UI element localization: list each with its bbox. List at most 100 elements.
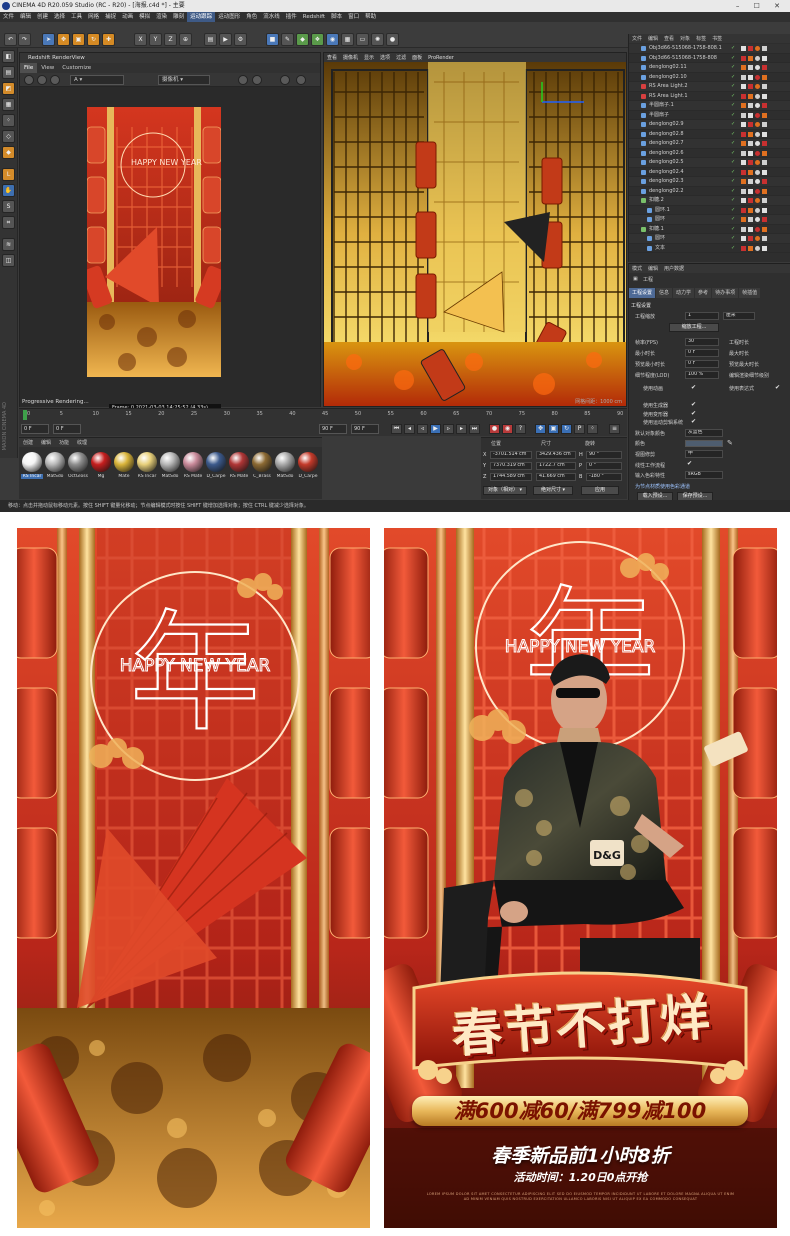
object-visibility-icon[interactable]: ✓	[731, 73, 735, 82]
object-tag-icon[interactable]	[741, 74, 746, 80]
preview-min-field[interactable]: 0 F	[685, 360, 719, 368]
camera-icon[interactable]: ▭	[356, 33, 369, 46]
light-icon[interactable]: ✺	[371, 33, 384, 46]
object-tag-icon[interactable]	[741, 131, 746, 137]
object-tag-icon[interactable]	[755, 74, 760, 80]
pen-icon[interactable]: ✎	[281, 33, 294, 46]
subdivision-icon[interactable]: ◆	[296, 33, 309, 46]
snapshot-icon[interactable]	[50, 75, 60, 85]
object-tag-icon[interactable]	[741, 188, 746, 194]
coord-position-field[interactable]: 7370.319 cm	[490, 462, 532, 470]
edges-mode-icon[interactable]: ◇	[2, 130, 15, 143]
object-tag-icon[interactable]	[741, 84, 746, 89]
object-tag-icon[interactable]	[762, 93, 767, 99]
object-row[interactable]: RS Area Light.1 ✓	[629, 92, 790, 101]
grid-icon[interactable]: ⌗	[2, 216, 15, 229]
key-pla-icon[interactable]: ⁘	[587, 424, 598, 434]
solo-icon[interactable]: ◫	[2, 254, 15, 267]
object-tag-icon[interactable]	[741, 150, 746, 156]
object-tag-icon[interactable]	[762, 207, 767, 213]
object-tag-icon[interactable]	[741, 179, 746, 184]
cloner-icon[interactable]: ❖	[311, 33, 324, 46]
camera-select[interactable]: 摄像机 ▾	[158, 75, 210, 85]
polygons-mode-icon[interactable]: ◆	[2, 146, 15, 159]
material-swatch[interactable]: OctGloss	[67, 452, 89, 479]
aov-select[interactable]: A ▾	[70, 75, 124, 85]
object-menu-item[interactable]: 对象	[677, 35, 693, 44]
key-position-icon[interactable]: ✥	[535, 424, 546, 434]
go-end-icon[interactable]: ⏭	[469, 424, 480, 434]
material-menu-item[interactable]: 功能	[55, 439, 73, 448]
object-visibility-icon[interactable]: ✓	[731, 82, 735, 91]
menu-item-19[interactable]: 帮助	[362, 12, 379, 22]
cube-icon[interactable]: ■	[266, 33, 279, 46]
object-tag-icon[interactable]	[741, 160, 746, 165]
object-tag-icon[interactable]	[755, 122, 760, 127]
material-swatch[interactable]: Mg	[90, 452, 112, 479]
object-tag-icon[interactable]	[741, 112, 746, 118]
make-editable-icon[interactable]: ◧	[2, 50, 15, 63]
object-row[interactable]: 圆环 ✓	[629, 215, 790, 225]
object-tag-icon[interactable]	[755, 198, 760, 203]
coord-size-field[interactable]: 3429.436 cm	[536, 451, 576, 459]
axis-y-button[interactable]: Y	[149, 33, 162, 46]
attribute-menu-item[interactable]: 模式	[629, 265, 645, 274]
snap-icon[interactable]: S	[2, 200, 15, 213]
object-tag-icon[interactable]	[748, 160, 753, 165]
current-frame-field[interactable]: 0 F	[53, 424, 81, 434]
attribute-tab[interactable]: 信息	[656, 288, 673, 298]
object-visibility-icon[interactable]: ✓	[731, 206, 735, 215]
workplane-icon[interactable]: ▦	[2, 98, 15, 111]
start-frame-field[interactable]: 0 F	[21, 424, 49, 434]
object-row[interactable]: denglong02.9 ✓	[629, 120, 790, 130]
object-row[interactable]: 扣糖.1 ✓	[629, 225, 790, 234]
attribute-menu-item[interactable]: 用户数据	[661, 265, 687, 274]
object-visibility-icon[interactable]: ✓	[731, 168, 735, 177]
texture-mode-icon[interactable]: ◩	[2, 82, 15, 95]
axis-z-button[interactable]: Z	[164, 33, 177, 46]
layers-icon[interactable]: ≋	[2, 238, 15, 251]
menu-item-17[interactable]: 脚本	[328, 12, 345, 22]
material-swatch[interactable]: RS Incar	[136, 452, 158, 479]
next-frame-icon[interactable]: ▹	[443, 424, 454, 434]
object-menu-item[interactable]: 书签	[709, 35, 725, 44]
menu-item-7[interactable]: 动画	[119, 12, 136, 22]
object-tag-icon[interactable]	[762, 84, 767, 89]
fps-field[interactable]: 30	[685, 338, 719, 346]
deformer-icon[interactable]: ◉	[326, 33, 339, 46]
object-visibility-icon[interactable]: ✓	[731, 244, 735, 253]
render-view-menu-customize[interactable]: Customize	[58, 63, 95, 73]
material-swatch[interactable]: MatSdo	[44, 452, 66, 479]
lod-field[interactable]: 100 %	[685, 371, 719, 379]
object-tag-icon[interactable]	[748, 131, 753, 137]
menu-item-16[interactable]: Redshift	[300, 12, 328, 22]
material-menu-item[interactable]: 编辑	[37, 439, 55, 448]
go-start-icon[interactable]: ⏮	[391, 424, 402, 434]
axis-mode-icon[interactable]: L	[2, 168, 15, 181]
render-stop-icon[interactable]	[37, 75, 47, 85]
object-tag-icon[interactable]	[748, 217, 753, 222]
key-rotation-icon[interactable]: ↻	[561, 424, 572, 434]
object-tag-icon[interactable]	[741, 217, 746, 222]
object-tag-icon[interactable]	[741, 122, 746, 127]
object-row[interactable]: 半圆扇子 ✓	[629, 111, 790, 120]
material-swatch[interactable]: C_Brass	[251, 452, 273, 479]
menu-item-10[interactable]: 雕刻	[170, 12, 187, 22]
object-tag-icon[interactable]	[762, 122, 767, 127]
object-tag-icon[interactable]	[762, 245, 767, 251]
object-visibility-icon[interactable]: ✓	[731, 139, 735, 148]
object-tag-icon[interactable]	[748, 46, 753, 51]
bokeh-icon[interactable]	[280, 75, 290, 85]
object-tag-icon[interactable]	[762, 112, 767, 118]
coord-rotation-field[interactable]: 0 °	[586, 462, 622, 470]
object-tag-icon[interactable]	[741, 169, 746, 175]
object-row[interactable]: denglong02.6 ✓	[629, 149, 790, 158]
object-tag-icon[interactable]	[755, 179, 760, 184]
transform-icon[interactable]: ✚	[102, 33, 115, 46]
prev-key-icon[interactable]: ◂	[404, 424, 415, 434]
render-settings-icon[interactable]: ⚙	[234, 33, 247, 46]
menu-item-11[interactable]: 运动跟踪	[187, 12, 216, 22]
object-row[interactable]: denglong02.11 ✓	[629, 63, 790, 73]
material-swatch[interactable]: MatSdo	[274, 452, 296, 479]
object-visibility-icon[interactable]: ✓	[731, 196, 735, 205]
